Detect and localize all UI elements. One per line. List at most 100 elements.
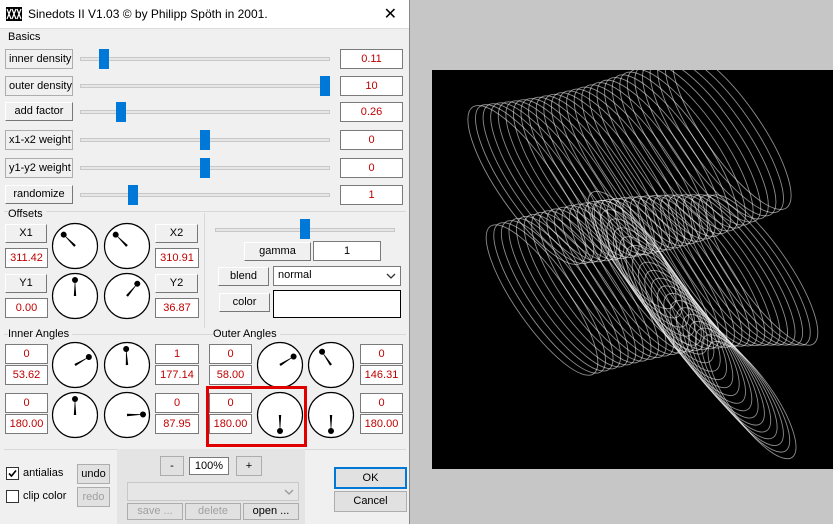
undo-button[interactable]: undo bbox=[77, 464, 110, 484]
slider-thumb[interactable] bbox=[116, 102, 126, 122]
inner-bottom-left-angle[interactable]: 180.00 bbox=[5, 414, 48, 434]
gamma-slider-thumb[interactable] bbox=[300, 219, 310, 239]
slider-value-field[interactable]: 10 bbox=[340, 76, 403, 96]
slider-value-field[interactable]: 0 bbox=[340, 158, 403, 178]
inner-top-right-dial[interactable] bbox=[103, 341, 151, 389]
outer-top-left-dial[interactable] bbox=[256, 341, 304, 389]
x1-label[interactable]: X1 bbox=[5, 224, 47, 243]
clip-color-checkbox[interactable] bbox=[6, 490, 19, 503]
slider-track[interactable] bbox=[80, 193, 330, 197]
window-title: Sinedots II V1.03 © by Philipp Spöth in … bbox=[28, 7, 268, 21]
preview-loop bbox=[558, 90, 678, 251]
offsets-heading: Offsets bbox=[8, 208, 46, 220]
offset-x2-dial[interactable] bbox=[103, 222, 151, 270]
zoom-in-button[interactable]: + bbox=[236, 456, 262, 476]
close-icon[interactable]: ✕ bbox=[384, 4, 397, 24]
x1-value-field[interactable]: 311.42 bbox=[5, 248, 48, 268]
slider-value-field[interactable]: 0 bbox=[340, 130, 403, 150]
x2-label[interactable]: X2 bbox=[155, 224, 198, 243]
inner-bottom-right-angle[interactable]: 87.95 bbox=[155, 414, 199, 434]
inner-top-left-multiplier[interactable]: 0 bbox=[5, 344, 48, 364]
slider-value-field[interactable]: 1 bbox=[340, 185, 403, 205]
slider-label: inner density bbox=[5, 49, 73, 69]
outer-bottom-right-dial[interactable] bbox=[307, 391, 355, 439]
color-button[interactable]: color bbox=[219, 293, 270, 312]
title-bar: Sinedots II V1.03 © by Philipp Spöth in … bbox=[0, 0, 409, 29]
outer-bottom-right-angle[interactable]: 180.00 bbox=[360, 414, 403, 434]
y1-label[interactable]: Y1 bbox=[5, 274, 47, 293]
color-swatch[interactable] bbox=[273, 290, 401, 318]
slider-value-field[interactable]: 0.11 bbox=[340, 49, 403, 69]
save-button[interactable]: save ... bbox=[127, 503, 183, 520]
inner-bottom-left-dial[interactable] bbox=[51, 391, 99, 439]
divider bbox=[4, 211, 406, 212]
slider-thumb[interactable] bbox=[320, 76, 330, 96]
outer-top-right-angle[interactable]: 146.31 bbox=[360, 365, 403, 385]
gamma-value-field[interactable]: 1 bbox=[313, 241, 381, 261]
gamma-button[interactable]: gamma bbox=[244, 242, 311, 261]
slider-thumb[interactable] bbox=[200, 130, 210, 150]
sinedots-dialog: Sinedots II V1.03 © by Philipp Spöth in … bbox=[0, 0, 410, 524]
inner-top-right-multiplier[interactable]: 1 bbox=[155, 344, 199, 364]
inner-top-right-angle[interactable]: 177.14 bbox=[155, 365, 199, 385]
inner-bottom-right-multiplier[interactable]: 0 bbox=[155, 393, 199, 413]
inner-top-left-dial[interactable] bbox=[51, 341, 99, 389]
chevron-down-icon bbox=[386, 273, 396, 279]
slider-track[interactable] bbox=[80, 57, 330, 61]
inner-top-left-angle[interactable]: 53.62 bbox=[5, 365, 48, 385]
open-button[interactable]: open ... bbox=[243, 503, 299, 520]
preview-loop bbox=[550, 92, 671, 253]
blend-label: blend bbox=[218, 267, 269, 286]
zoom-out-button[interactable]: - bbox=[160, 456, 184, 476]
clip-color-label: clip color bbox=[23, 490, 67, 502]
slider-thumb[interactable] bbox=[200, 158, 210, 178]
inner-angles-heading: Inner Angles bbox=[8, 328, 73, 340]
offset-x1-dial[interactable] bbox=[51, 222, 99, 270]
slider-value-field[interactable]: 0.26 bbox=[340, 102, 403, 122]
zoom-value-field[interactable]: 100% bbox=[189, 457, 229, 475]
highlight-box bbox=[206, 386, 307, 447]
sinedots-render bbox=[467, 50, 819, 460]
preview-loop bbox=[566, 88, 686, 249]
inner-bottom-right-dial[interactable] bbox=[103, 391, 151, 439]
preview-loop bbox=[467, 105, 587, 265]
sinedots-app-icon bbox=[6, 7, 22, 21]
outer-bottom-right-multiplier[interactable]: 0 bbox=[360, 393, 403, 413]
blend-select[interactable]: normal bbox=[273, 266, 401, 286]
checkmark-icon bbox=[8, 469, 17, 478]
file-select[interactable] bbox=[127, 482, 299, 501]
basics-heading: Basics bbox=[8, 31, 41, 43]
offset-y1-dial[interactable] bbox=[51, 272, 99, 320]
slider-label[interactable]: add factor bbox=[5, 102, 73, 121]
delete-button[interactable]: delete bbox=[185, 503, 241, 520]
blend-selected-value: normal bbox=[278, 269, 312, 281]
cancel-button[interactable]: Cancel bbox=[334, 491, 407, 512]
outer-top-right-dial[interactable] bbox=[307, 341, 355, 389]
preview-loop bbox=[675, 307, 765, 426]
slider-track[interactable] bbox=[80, 84, 330, 88]
chevron-down-icon bbox=[284, 489, 294, 495]
outer-top-left-multiplier[interactable]: 0 bbox=[209, 344, 252, 364]
inner-bottom-left-multiplier[interactable]: 0 bbox=[5, 393, 48, 413]
x2-value-field[interactable]: 310.91 bbox=[155, 248, 199, 268]
slider-thumb[interactable] bbox=[99, 49, 110, 69]
slider-label: outer density bbox=[5, 76, 73, 96]
outer-top-left-angle[interactable]: 58.00 bbox=[209, 365, 252, 385]
preview-canvas bbox=[432, 50, 833, 469]
outer-angles-heading: Outer Angles bbox=[213, 328, 280, 340]
slider-label: x1-x2 weight bbox=[5, 130, 73, 150]
offset-y2-dial[interactable] bbox=[103, 272, 151, 320]
preview-loop bbox=[664, 53, 784, 214]
slider-label: y1-y2 weight bbox=[5, 158, 73, 178]
antialias-label: antialias bbox=[23, 467, 64, 479]
preview-loop bbox=[638, 261, 727, 381]
redo-button[interactable]: redo bbox=[77, 487, 110, 507]
antialias-checkbox[interactable] bbox=[6, 467, 19, 480]
y1-value-field[interactable]: 0.00 bbox=[5, 298, 48, 318]
y2-value-field[interactable]: 36.87 bbox=[155, 298, 199, 318]
y2-label[interactable]: Y2 bbox=[155, 274, 198, 293]
ok-button[interactable]: OK bbox=[334, 467, 407, 489]
slider-thumb[interactable] bbox=[128, 185, 138, 205]
slider-label[interactable]: randomize bbox=[5, 185, 73, 204]
outer-top-right-multiplier[interactable]: 0 bbox=[360, 344, 403, 364]
